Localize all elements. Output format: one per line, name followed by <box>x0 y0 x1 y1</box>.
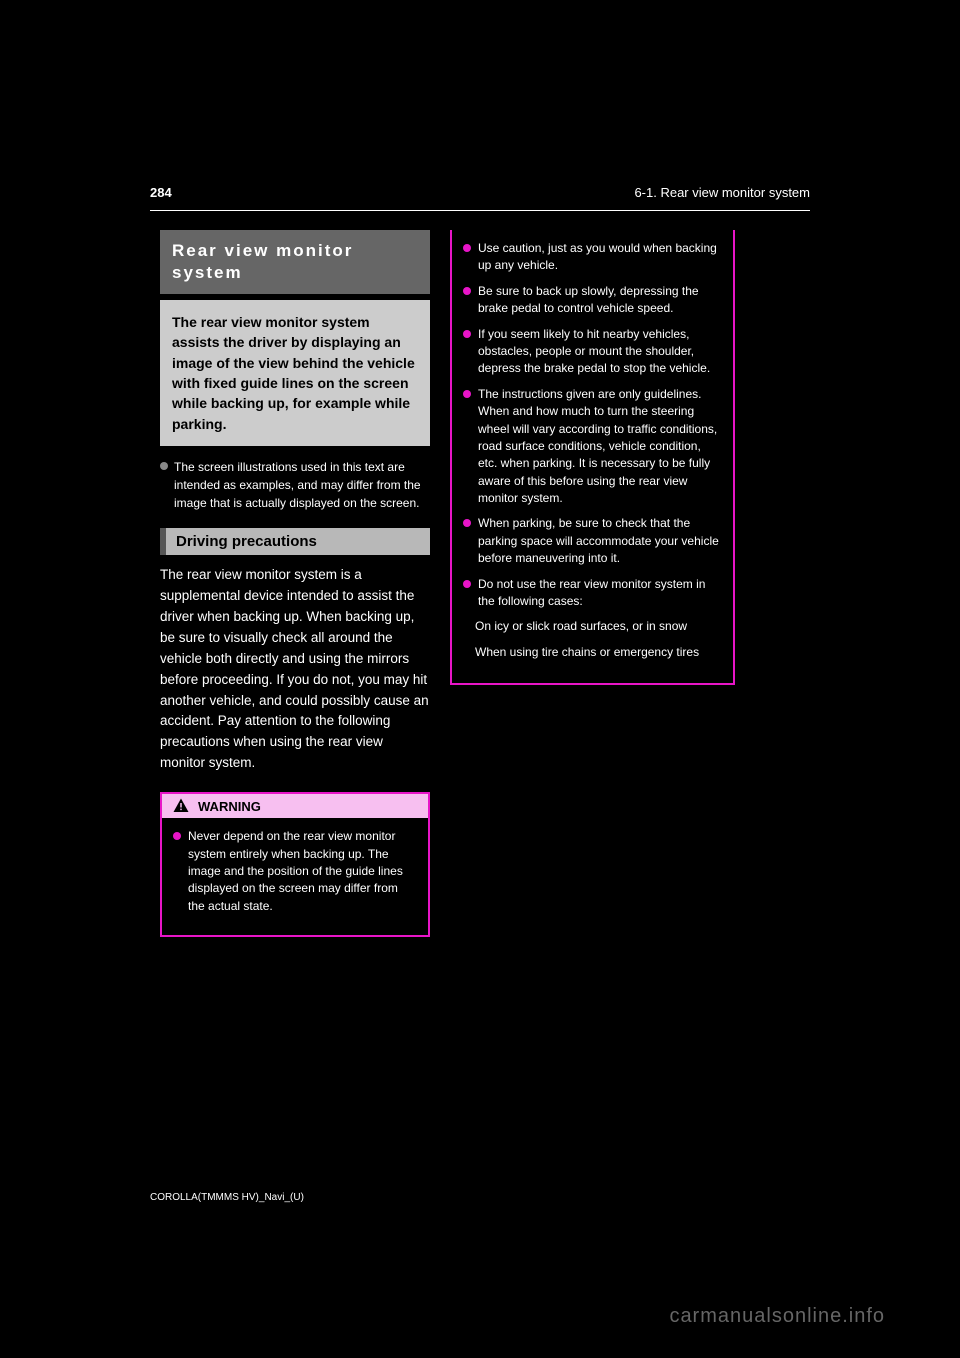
warning-item: Be sure to back up slowly, depressing th… <box>463 283 722 318</box>
warning-text: On icy or slick road surfaces, or in sno… <box>475 618 687 635</box>
warning-label: WARNING <box>198 799 261 814</box>
page-number: 284 <box>150 185 172 200</box>
warning-text: When parking, be sure to check that the … <box>478 515 722 567</box>
model-footer: COROLLA(TMMMS HV)_Navi_(U) <box>150 1192 304 1203</box>
subsection-body: The rear view monitor system is a supple… <box>160 565 430 774</box>
section-intro: The rear view monitor system assists the… <box>160 300 430 446</box>
content-area: Rear view monitor system The rear view m… <box>160 230 735 937</box>
bullet-icon <box>463 390 471 398</box>
bullet-icon <box>463 287 471 295</box>
section-title: Rear view monitor system <box>160 230 430 294</box>
page-header: 284 6-1. Rear view monitor system <box>150 185 810 206</box>
warning-subitem: When using tire chains or emergency tire… <box>475 644 722 661</box>
warning-box-right: Use caution, just as you would when back… <box>450 230 735 685</box>
bullet-icon <box>160 462 168 470</box>
warning-item: The instructions given are only guidelin… <box>463 386 722 508</box>
warning-text: Be sure to back up slowly, depressing th… <box>478 283 722 318</box>
note-item: The screen illustrations used in this te… <box>160 458 430 512</box>
warning-item: Use caution, just as you would when back… <box>463 240 722 275</box>
note-list: The screen illustrations used in this te… <box>160 458 430 512</box>
header-divider <box>150 210 810 211</box>
warning-header: WARNING <box>162 794 428 818</box>
warning-subitem: On icy or slick road surfaces, or in sno… <box>475 618 722 635</box>
warning-text: Do not use the rear view monitor system … <box>478 576 722 611</box>
bullet-icon <box>463 519 471 527</box>
warning-item: When parking, be sure to check that the … <box>463 515 722 567</box>
right-column: Use caution, just as you would when back… <box>450 230 735 937</box>
warning-item: If you seem likely to hit nearby vehicle… <box>463 326 722 378</box>
warning-text: If you seem likely to hit nearby vehicle… <box>478 326 722 378</box>
bullet-icon <box>463 580 471 588</box>
subsection-title: Driving precautions <box>160 528 430 555</box>
warning-icon <box>172 797 190 815</box>
left-column: Rear view monitor system The rear view m… <box>160 230 430 937</box>
bullet-icon <box>463 330 471 338</box>
warning-item: Never depend on the rear view monitor sy… <box>173 828 417 915</box>
bullet-icon <box>463 244 471 252</box>
warning-body-left: Never depend on the rear view monitor sy… <box>162 818 428 935</box>
warning-text: The instructions given are only guidelin… <box>478 386 722 508</box>
warning-text: When using tire chains or emergency tire… <box>475 644 699 661</box>
watermark: carmanualsonline.info <box>669 1305 885 1328</box>
note-text: The screen illustrations used in this te… <box>174 458 430 512</box>
bullet-icon <box>173 832 181 840</box>
warning-text: Never depend on the rear view monitor sy… <box>188 828 417 915</box>
warning-box-left: WARNING Never depend on the rear view mo… <box>160 792 430 937</box>
chapter-label: 6-1. Rear view monitor system <box>634 185 810 200</box>
warning-item: Do not use the rear view monitor system … <box>463 576 722 611</box>
warning-text: Use caution, just as you would when back… <box>478 240 722 275</box>
